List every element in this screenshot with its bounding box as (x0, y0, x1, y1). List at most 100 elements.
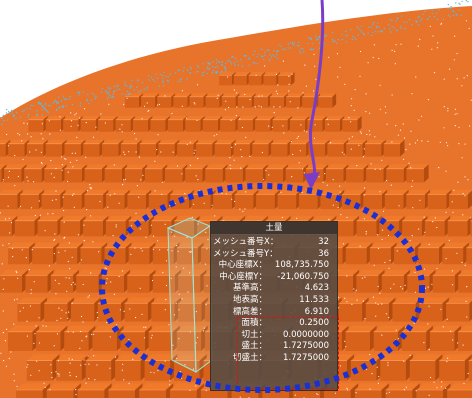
mesh-block (394, 242, 421, 265)
mesh-block (379, 215, 405, 237)
mesh-block (150, 116, 170, 132)
mesh-block (255, 116, 275, 132)
info-row-value: 6.910 (304, 306, 329, 317)
info-row: 盛土： 1.7275000 (213, 341, 335, 353)
mesh-block (191, 189, 216, 210)
mesh-block (37, 215, 63, 237)
info-row: 面積： 0.2500 (213, 318, 335, 330)
mesh-block (363, 189, 388, 210)
mesh-block (447, 215, 472, 237)
mesh-block (383, 139, 405, 157)
mesh-block (427, 189, 452, 210)
mesh-block (108, 383, 143, 398)
info-row-label: 標高差： (232, 306, 267, 317)
mesh-block (439, 354, 472, 381)
mesh-block (380, 354, 413, 381)
mesh-block (80, 116, 100, 132)
mesh-block (84, 164, 107, 183)
mesh-block (214, 139, 236, 157)
mesh-block (406, 164, 429, 183)
mesh-block (205, 93, 224, 108)
mesh-block (63, 189, 87, 210)
mesh-block (115, 116, 135, 132)
mesh-block (233, 139, 255, 157)
info-row: 標高差： 6.910 (213, 307, 335, 319)
mesh-block (419, 297, 449, 322)
3d-viewport[interactable]: 土量 メッシュ番号X： 32 メッシュ番号Y： 36 中心座標X： 108,735.750… (0, 0, 472, 398)
mesh-block (170, 189, 195, 210)
info-row-label: 面積： (241, 318, 267, 329)
mesh-block (20, 189, 44, 210)
mesh-block (120, 139, 142, 157)
mesh-block (139, 139, 161, 157)
mesh-block (26, 139, 48, 157)
mesh-block (366, 164, 389, 183)
mesh-block (356, 215, 382, 237)
mesh-block (442, 242, 469, 265)
info-row-label: 切土： (241, 329, 267, 340)
mesh-block (124, 297, 155, 322)
mesh-block (165, 164, 188, 183)
mesh-block (45, 116, 66, 132)
mesh-block (320, 189, 345, 210)
mesh-block (341, 189, 366, 210)
soil-volume-info-panel: 土量 メッシュ番号X： 32 メッシュ番号Y： 36 中心座標X： 108,735.750… (210, 221, 338, 391)
mesh-block (41, 189, 66, 210)
mesh-block (446, 297, 472, 322)
mesh-block (409, 354, 443, 381)
mesh-block (345, 325, 377, 351)
info-row-value: 108,735.750 (274, 260, 329, 271)
info-rows: メッシュ番号X： 32 メッシュ番号Y： 36 中心座標X： 108,735.750 中心座… (211, 235, 337, 365)
info-row-label: 地表高： (232, 294, 267, 305)
mesh-block (26, 354, 60, 381)
mesh-block (213, 189, 237, 210)
mesh-block (25, 269, 54, 293)
mesh-block (392, 297, 423, 322)
info-row-value: 4.623 (304, 283, 329, 294)
mesh-block (84, 189, 109, 210)
mesh-block (202, 116, 223, 132)
mesh-block (83, 139, 105, 157)
mesh-block (148, 189, 173, 210)
mesh-block (124, 164, 148, 183)
mesh-block (401, 325, 433, 351)
mesh-block (237, 93, 256, 108)
mesh-block (221, 93, 240, 108)
mesh-block (225, 164, 248, 183)
mesh-block (28, 116, 48, 132)
mesh-block (8, 139, 29, 157)
mesh-block (60, 215, 86, 237)
mesh-block (127, 269, 156, 293)
mesh-block (432, 269, 461, 293)
mesh-block (220, 116, 240, 132)
mesh-block (245, 164, 268, 183)
mesh-block (104, 242, 132, 265)
mesh-block (406, 189, 430, 210)
mesh-block (157, 93, 176, 108)
mesh-block (139, 383, 174, 398)
mesh-block (189, 93, 208, 108)
mesh-block (342, 116, 362, 132)
mesh-block (56, 242, 83, 265)
mesh-block (83, 215, 109, 237)
mesh-block (365, 297, 396, 322)
mesh-block (286, 93, 304, 108)
mesh-block (233, 72, 251, 86)
mesh-block (345, 242, 373, 265)
mesh-block (354, 383, 389, 398)
mesh-block (248, 72, 265, 86)
mesh-block (64, 325, 96, 351)
mesh-block (45, 139, 67, 157)
mesh-block (346, 164, 369, 183)
info-row: 中心座標X： 108,735.750 (213, 260, 335, 272)
info-row: 切盛土： 1.7275000 (213, 353, 335, 365)
mesh-block (167, 116, 188, 132)
mesh-block (44, 164, 67, 183)
mesh-block (369, 242, 397, 265)
mesh-block (77, 383, 112, 398)
info-row-value: 32 (318, 237, 329, 247)
mesh-block (402, 215, 428, 237)
mesh-block (265, 164, 288, 183)
mesh-block (252, 139, 274, 157)
info-row: 地表高： 11.533 (213, 295, 335, 307)
